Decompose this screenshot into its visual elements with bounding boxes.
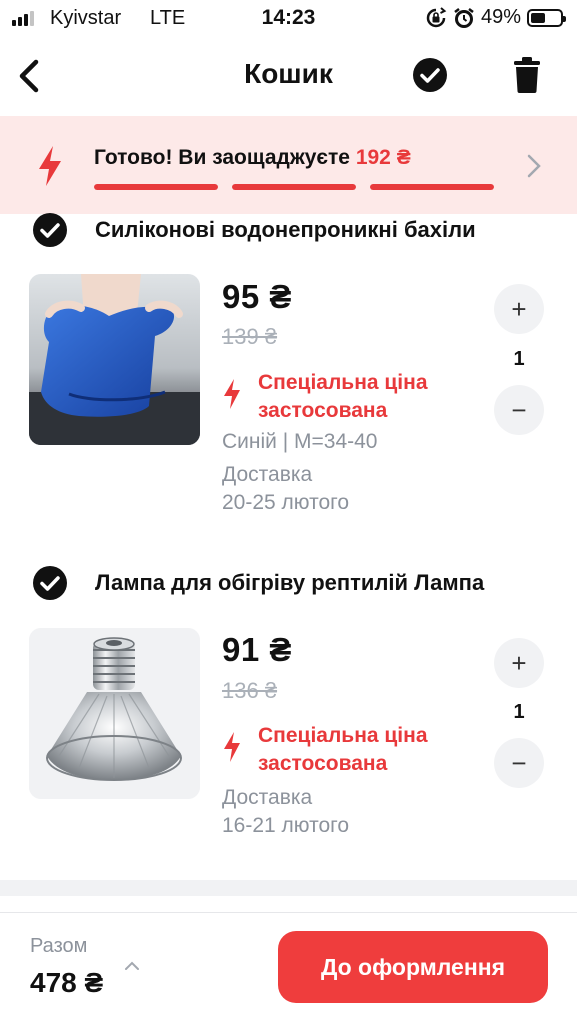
savings-banner[interactable]: Готово! Ви заощаджуєте 192 ₴ [0,116,577,214]
decrease-quantity-button[interactable]: − [494,385,544,435]
savings-message: Готово! Ви заощаджуєте [94,146,350,169]
alarm-icon [454,7,474,28]
progress-segment [232,184,356,190]
total-value[interactable]: 478 ₴ [30,967,103,999]
quantity-value: 1 [513,701,525,723]
delivery-label: Доставка [222,463,313,486]
header: Кошик [0,40,577,112]
delivery-label: Доставка [222,786,313,809]
lightning-icon [224,379,240,409]
progress-segment [370,184,494,190]
delivery-info: Доставка 16-21 лютого [222,784,349,840]
lightning-icon [39,146,61,186]
special-price-note: Спеціальна ціна застосована [222,369,478,425]
progress-segment-fill [370,184,494,190]
delivery-info: Доставка 20-25 лютого [222,461,349,517]
item-old-price: 139 ₴ [222,324,278,349]
orientation-lock-icon [426,6,447,27]
savings-text: Готово! Ви заощаджуєте 192 ₴ [94,146,411,170]
increase-quantity-button[interactable]: + [494,638,544,688]
item-variant[interactable]: Синій | M=34-40 [222,430,377,454]
section-divider [0,880,577,896]
delivery-dates: 20-25 лютого [222,491,350,514]
select-all-icon[interactable] [412,57,448,93]
quantity-value: 1 [513,348,525,370]
item-title[interactable]: Лампа для обігріву рептилій Лампа [95,570,547,596]
delivery-dates: 16-21 лютого [222,814,350,837]
checkout-button[interactable]: До оформлення [278,931,548,1003]
battery-level [531,12,545,23]
special-price-text: Спеціальна ціна застосована [258,371,428,422]
savings-progress [94,184,494,190]
increase-quantity-button[interactable]: + [494,284,544,334]
special-price-text: Спеціальна ціна застосована [258,724,428,775]
checkout-footer: Разом 478 ₴ До оформлення [0,912,577,1024]
progress-segment-fill [232,184,356,190]
item-checkbox-icon[interactable] [32,212,68,248]
chevron-up-icon[interactable] [124,959,140,971]
item-title[interactable]: Силіконові водонепроникні бахіли [95,217,547,243]
special-price-note: Спеціальна ціна застосована [222,722,478,778]
item-price: 95 ₴ [222,278,292,315]
savings-amount: 192 ₴ [355,146,411,169]
chevron-right-icon[interactable] [526,152,542,180]
product-image-boot-covers[interactable] [29,274,200,445]
page-title: Кошик [244,58,333,89]
battery-percent: 49% [480,6,521,28]
status-bar: Kyivstar LTE 14:23 49% [0,0,577,38]
progress-segment-fill [94,184,218,190]
trash-icon[interactable] [512,56,542,94]
item-old-price: 136 ₴ [222,678,278,703]
item-price: 91 ₴ [222,631,292,668]
item-checkbox-icon[interactable] [32,565,68,601]
product-image-reptile-lamp[interactable] [29,628,200,799]
battery-icon [527,8,566,27]
total-label: Разом [30,935,88,957]
progress-segment [94,184,218,190]
lightning-icon [224,732,240,762]
decrease-quantity-button[interactable]: − [494,738,544,788]
